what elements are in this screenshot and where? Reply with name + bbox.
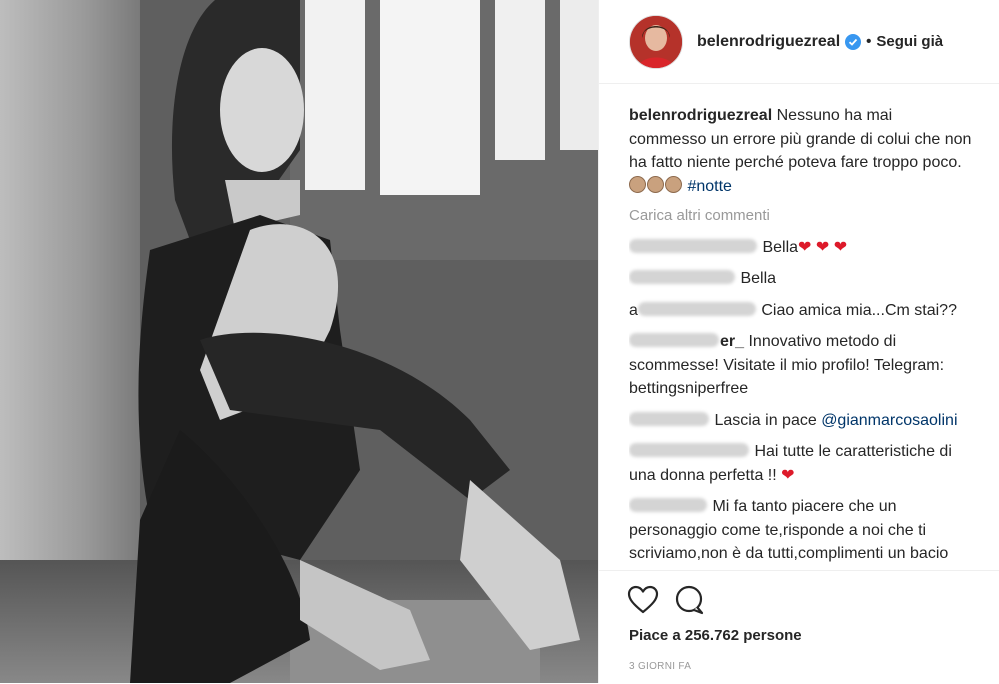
post-photo[interactable] xyxy=(0,0,598,683)
heart-emoji-icon: ❤ ❤ ❤ xyxy=(798,238,848,256)
post-date[interactable]: 3 GIORNI FA xyxy=(629,661,691,672)
blurred-username xyxy=(629,411,709,426)
load-more-comments[interactable]: Carica altri commenti xyxy=(629,204,974,228)
comment: Mi fa tanto piacere che un personaggio c… xyxy=(629,495,974,570)
fist-emoji-icon xyxy=(629,175,683,195)
comments-list[interactable]: belenrodriguezreal Nessuno ha mai commes… xyxy=(629,104,974,570)
comment-bubble-icon[interactable] xyxy=(673,585,705,620)
comment: Bella xyxy=(629,267,974,291)
comment: Hai tutte le caratteristiche di una donn… xyxy=(629,440,974,487)
post-caption: belenrodriguezreal Nessuno ha mai commes… xyxy=(629,104,974,198)
comment: Bella❤ ❤ ❤ xyxy=(629,236,974,260)
comment-text: Bella xyxy=(740,270,777,287)
follow-button[interactable]: Segui già xyxy=(876,33,943,50)
comment-mention[interactable]: @gianmarcosaolini xyxy=(821,412,957,429)
post-actions: Piace a 256.762 persone 3 GIORNI FA xyxy=(599,570,999,684)
verified-badge-icon xyxy=(845,33,862,50)
blurred-username xyxy=(629,498,707,512)
comment-text: Bella xyxy=(762,238,799,256)
heart-emoji-icon: ❤ xyxy=(781,466,795,484)
caption-hashtag[interactable]: #notte xyxy=(687,178,731,195)
avatar-image xyxy=(630,15,682,68)
comment: Lascia in pace @gianmarcosaolini xyxy=(629,409,974,433)
blurred-username xyxy=(629,443,749,457)
post-header: belenrodriguezreal • Segui già xyxy=(599,0,999,84)
comment-username-suffix: er_ xyxy=(720,333,745,350)
caption-username[interactable]: belenrodriguezreal xyxy=(629,107,772,124)
header-username[interactable]: belenrodriguezreal xyxy=(697,33,840,51)
avatar[interactable] xyxy=(629,14,683,69)
like-count[interactable]: Piace a 256.762 persone xyxy=(629,627,802,644)
follow-separator: • xyxy=(866,33,872,50)
blurred-username xyxy=(637,301,756,316)
comment-text: Ciao amica mia...Cm stai?? xyxy=(756,301,957,319)
comment-text: Lascia in pace xyxy=(714,411,822,429)
blurred-username xyxy=(629,333,719,347)
comment: er_ Innovativo metodo di scommesse! Visi… xyxy=(629,330,974,401)
post-panel: belenrodriguezreal • Segui già belenrodr… xyxy=(599,0,999,683)
comment-username-prefix: a xyxy=(629,301,638,319)
photo-image xyxy=(0,0,598,683)
comment: a Ciao amica mia...Cm stai?? xyxy=(629,299,974,323)
blurred-username xyxy=(629,238,757,253)
heart-outline-icon[interactable] xyxy=(627,585,659,620)
blurred-username xyxy=(629,270,735,284)
